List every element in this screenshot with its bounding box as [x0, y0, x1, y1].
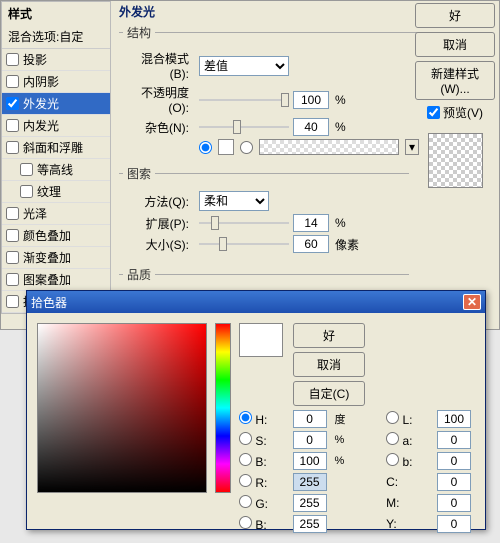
checkbox[interactable] — [6, 229, 19, 242]
checkbox[interactable] — [6, 273, 19, 286]
color-swatch[interactable] — [218, 139, 234, 155]
slider-thumb[interactable] — [233, 120, 241, 134]
preview-swatch — [428, 133, 483, 188]
technique-select[interactable]: 柔和 — [199, 191, 269, 211]
elements-group: 图索 方法(Q): 柔和 扩展(P): % 大小(S): 像素 — [119, 165, 409, 264]
size-unit: 像素 — [335, 236, 359, 253]
g-input[interactable] — [293, 494, 327, 512]
checkbox[interactable] — [6, 53, 19, 66]
hue-slider[interactable] — [215, 323, 231, 493]
picker-title: 拾色器 — [31, 294, 67, 311]
size-input[interactable] — [293, 235, 329, 253]
checkbox[interactable] — [6, 75, 19, 88]
sidebar-item-drop-shadow[interactable]: 投影 — [2, 49, 110, 71]
c-input[interactable] — [437, 473, 471, 491]
ok-button[interactable]: 好 — [415, 3, 495, 28]
bl-input[interactable] — [293, 515, 327, 533]
picker-ok-button[interactable]: 好 — [293, 323, 365, 348]
new-style-button[interactable]: 新建样式(W)... — [415, 61, 495, 100]
cancel-button[interactable]: 取消 — [415, 32, 495, 57]
b-radio[interactable] — [239, 453, 252, 466]
opacity-label: 不透明度(O): — [123, 84, 195, 115]
h-radio[interactable] — [239, 411, 252, 424]
checkbox[interactable] — [20, 163, 33, 176]
noise-input[interactable] — [293, 118, 329, 136]
checkbox[interactable] — [6, 207, 19, 220]
sidebar-item-texture[interactable]: 纹理 — [2, 181, 110, 203]
sidebar-item-inner-glow[interactable]: 内发光 — [2, 115, 110, 137]
s-radio[interactable] — [239, 432, 252, 445]
color-picker-dialog: 拾色器 ✕ 好 取消 自定(C) H:度 L: S:% a: B:% b: — [26, 290, 486, 530]
bb-input[interactable] — [437, 452, 471, 470]
slider-thumb[interactable] — [211, 216, 219, 230]
g-radio[interactable] — [239, 495, 252, 508]
l-radio[interactable] — [386, 411, 399, 424]
saturation-field[interactable] — [37, 323, 207, 493]
blending-options[interactable]: 混合选项:自定 — [2, 25, 110, 49]
technique-label: 方法(Q): — [123, 193, 195, 210]
size-slider[interactable] — [199, 235, 289, 253]
checkbox[interactable] — [6, 141, 19, 154]
a-input[interactable] — [437, 431, 471, 449]
panel-title: 外发光 — [119, 1, 409, 22]
spread-input[interactable] — [293, 214, 329, 232]
m-input[interactable] — [437, 494, 471, 512]
slider-thumb[interactable] — [281, 93, 289, 107]
r-input[interactable] — [293, 473, 327, 491]
color-radio[interactable] — [199, 141, 212, 154]
checkbox[interactable] — [6, 119, 19, 132]
sidebar-item-outer-glow[interactable]: 外发光 — [2, 93, 110, 115]
preview-checkbox[interactable] — [427, 106, 440, 119]
hsb-grid: H:度 L: S:% a: B:% b: R: C: G: M: B: Y: — [239, 410, 475, 533]
checkbox[interactable] — [6, 295, 19, 308]
sidebar-item-bevel[interactable]: 斜面和浮雕 — [2, 137, 110, 159]
b-input[interactable] — [293, 452, 327, 470]
slider-thumb[interactable] — [219, 237, 227, 251]
gradient-radio[interactable] — [240, 141, 253, 154]
opacity-input[interactable] — [293, 91, 329, 109]
blend-mode-select[interactable]: 差值 — [199, 56, 289, 76]
a-radio[interactable] — [386, 432, 399, 445]
right-panel: 好 取消 新建样式(W)... 预览(V) — [415, 1, 495, 196]
close-icon[interactable]: ✕ — [463, 294, 481, 310]
new-color-swatch[interactable] — [239, 323, 283, 357]
sidebar-item-color-overlay[interactable]: 颜色叠加 — [2, 225, 110, 247]
l-input[interactable] — [437, 410, 471, 428]
structure-group: 结构 混合模式(B): 差值 不透明度(O): % 杂色(N): % ▾ — [119, 24, 423, 163]
checkbox[interactable] — [6, 251, 19, 264]
picker-cancel-button[interactable]: 取消 — [293, 352, 365, 377]
styles-sidebar: 样式 混合选项:自定 投影 内阴影 外发光 内发光 斜面和浮雕 等高线 纹理 光… — [1, 1, 111, 314]
noise-slider[interactable] — [199, 118, 289, 136]
sidebar-header: 样式 — [2, 2, 110, 25]
sidebar-item-satin[interactable]: 光泽 — [2, 203, 110, 225]
elements-legend: 图索 — [123, 165, 155, 182]
noise-label: 杂色(N): — [123, 119, 195, 136]
s-input[interactable] — [293, 431, 327, 449]
gradient-swatch[interactable] — [259, 139, 399, 155]
sidebar-item-gradient-overlay[interactable]: 渐变叠加 — [2, 247, 110, 269]
y-input[interactable] — [437, 515, 471, 533]
size-label: 大小(S): — [123, 236, 195, 253]
checkbox[interactable] — [6, 97, 19, 110]
layer-style-dialog: 样式 混合选项:自定 投影 内阴影 外发光 内发光 斜面和浮雕 等高线 纹理 光… — [0, 0, 500, 330]
titlebar[interactable]: 拾色器 ✕ — [27, 291, 485, 313]
structure-legend: 结构 — [123, 24, 155, 41]
h-input[interactable] — [293, 410, 327, 428]
spread-slider[interactable] — [199, 214, 289, 232]
quality-legend: 品质 — [123, 266, 155, 283]
sidebar-item-contour[interactable]: 等高线 — [2, 159, 110, 181]
opacity-slider[interactable] — [199, 91, 289, 109]
checkbox[interactable] — [20, 185, 33, 198]
sidebar-item-pattern-overlay[interactable]: 图案叠加 — [2, 269, 110, 291]
r-radio[interactable] — [239, 474, 252, 487]
spread-label: 扩展(P): — [123, 215, 195, 232]
bb-radio[interactable] — [386, 453, 399, 466]
bl-radio[interactable] — [239, 516, 252, 529]
sidebar-item-inner-shadow[interactable]: 内阴影 — [2, 71, 110, 93]
picker-custom-button[interactable]: 自定(C) — [293, 381, 365, 406]
blend-mode-label: 混合模式(B): — [123, 50, 195, 81]
